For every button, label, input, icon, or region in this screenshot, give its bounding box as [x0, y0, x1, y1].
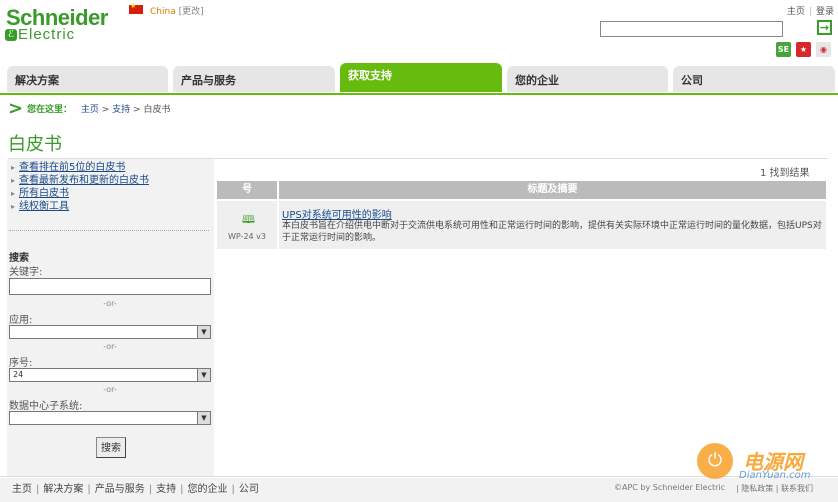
select-arrow-icon: ▼	[197, 369, 210, 381]
login-link[interactable]: 登录	[816, 7, 834, 17]
breadcrumb-arrow-icon: >	[8, 98, 24, 119]
application-select[interactable]: ▼	[9, 325, 211, 339]
tab-company[interactable]: 公司	[673, 66, 835, 92]
country-selector[interactable]: China [更改]	[150, 4, 204, 17]
subsystem-label: 数据中心子系统:	[9, 401, 83, 412]
search-section-title: 搜索	[9, 253, 29, 264]
page-title: 白皮书	[8, 134, 62, 155]
keyword-input[interactable]	[9, 278, 211, 295]
tab-products[interactable]: 产品与服务	[173, 66, 335, 92]
divider: |	[36, 484, 40, 495]
footer-link-home[interactable]: 主页	[12, 484, 32, 495]
divider: |	[231, 484, 235, 495]
or-separator: -or-	[103, 342, 117, 351]
nav-divider	[0, 93, 838, 95]
divider: |	[180, 484, 184, 495]
result-count: 1 找到结果	[760, 168, 810, 179]
keyword-label: 关键字:	[9, 267, 43, 278]
sidebar-link-top5[interactable]: 查看排在前5位的白皮书	[11, 162, 125, 174]
tab-solutions[interactable]: 解决方案	[7, 66, 168, 92]
main-nav: 解决方案 产品与服务 获取支持 您的企业 公司	[0, 63, 838, 94]
favorite-icon[interactable]: ★	[796, 42, 811, 57]
country-name: China	[150, 7, 176, 17]
column-header-number: 号	[217, 181, 277, 199]
footer-link-products[interactable]: 产品与服务	[95, 484, 145, 495]
sidebar-link-latest[interactable]: 查看最新发布和更新的白皮书	[11, 175, 149, 187]
serial-label: 序号:	[9, 358, 33, 369]
footer-links: 主页 | 解决方案 | 产品与服务 | 支持 | 您的企业 | 公司	[12, 480, 259, 495]
divider: |	[87, 484, 91, 495]
watermark-url: DianYuan.com	[739, 470, 811, 481]
or-separator: -or-	[103, 299, 117, 308]
footer-link-business[interactable]: 您的企业	[188, 484, 228, 495]
breadcrumb: 您在这里： 主页 > 支持 > 白皮书	[27, 105, 171, 115]
footer-right-links: | 隐私政策 | 联系我们	[736, 484, 814, 493]
footer-link-company[interactable]: 公司	[239, 484, 259, 495]
footer-link-solutions[interactable]: 解决方案	[43, 484, 83, 495]
breadcrumb-label: 您在这里：	[27, 105, 73, 115]
change-country-link[interactable]: [更改]	[179, 7, 204, 17]
tab-business[interactable]: 您的企业	[507, 66, 668, 92]
contact-link[interactable]: 联系我们	[781, 484, 813, 493]
weibo-icon[interactable]: ◉	[816, 42, 831, 57]
breadcrumb-home[interactable]: 主页	[81, 105, 99, 115]
site-search-input[interactable]	[600, 21, 783, 37]
sidebar-link-all[interactable]: 所有白皮书	[11, 188, 69, 200]
divider: |	[148, 484, 153, 495]
copyright: ©APC by Schneider Electric	[614, 483, 726, 492]
home-link[interactable]: 主页	[787, 7, 805, 17]
footer-link-support[interactable]: 支持	[156, 484, 176, 495]
select-arrow-icon: ▼	[197, 326, 210, 338]
serial-value: 24	[13, 370, 24, 379]
breadcrumb-support[interactable]: 支持	[112, 105, 130, 115]
subsystem-select[interactable]: ▼	[9, 411, 211, 425]
tab-support[interactable]: 获取支持	[340, 63, 502, 92]
flag-icon	[129, 2, 143, 14]
serial-select[interactable]: 24 ▼	[9, 368, 211, 382]
doc-description: 本白皮书旨在介绍供电中断对于交流供电系统可用性和正常运行时间的影响，提供有关实际…	[282, 221, 822, 243]
breadcrumb-current: 白皮书	[143, 105, 171, 115]
logo-mark-icon: ℰ	[5, 29, 17, 41]
logo-electric: Electric	[18, 26, 76, 43]
doc-id: WP-24 v3	[228, 232, 266, 241]
book-icon: 🕮	[242, 213, 255, 226]
share-icon[interactable]: SE	[776, 42, 791, 57]
privacy-link[interactable]: 隐私政策	[741, 484, 773, 493]
divider: |	[808, 7, 812, 17]
watermark-plug-icon: ⏻	[697, 443, 733, 479]
doc-title-link[interactable]: UPS对系统可用性的影响	[282, 206, 392, 221]
or-separator: -or-	[103, 385, 117, 394]
search-go-icon[interactable]: →	[817, 20, 832, 35]
top-links: 主页 | 登录	[787, 4, 834, 17]
search-button[interactable]: 搜索	[96, 437, 126, 458]
column-header-title: 标题及摘要	[279, 181, 826, 199]
select-arrow-icon: ▼	[197, 412, 210, 424]
sidebar-link-tool[interactable]: 线权衡工具	[11, 201, 69, 213]
application-label: 应用:	[9, 315, 33, 326]
sidebar-divider	[9, 230, 209, 231]
sidebar: 查看排在前5位的白皮书 查看最新发布和更新的白皮书 所有白皮书 线权衡工具	[7, 159, 214, 476]
